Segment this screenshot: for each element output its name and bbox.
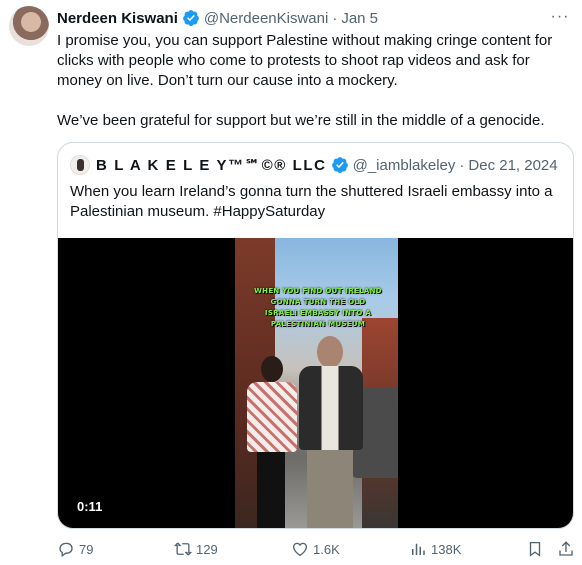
tweet-text: I promise you, you can support Palestine… [57,31,577,131]
repost-count: 129 [196,541,218,557]
share-button[interactable] [557,539,579,559]
tweet[interactable]: Nerdeen Kiswani @NerdeenKiswani · Jan 5 … [0,0,582,565]
quoted-tweet-date: Dec 21, 2024 [468,156,558,174]
tweet-date[interactable]: Jan 5 [341,10,378,27]
video-frame: WHEN YOU FIND OUT IRELAND GONNA TURN THE… [235,238,398,528]
view-count: 138K [431,541,462,557]
tweet-paragraph-2: We’ve been grateful for support but we’r… [57,112,545,129]
repost-icon [174,542,192,556]
header-separator: · [332,9,338,27]
video-timer: 0:11 [77,499,103,514]
reply-button[interactable]: 79 [57,539,93,559]
tweet-header: Nerdeen Kiswani @NerdeenKiswani · Jan 5 … [57,7,570,29]
person-right [297,336,365,528]
views-chart-icon [412,543,425,555]
verified-badge-icon [183,10,199,26]
person-left [245,356,297,528]
video-player[interactable]: WHEN YOU FIND OUT IRELAND GONNA TURN THE… [58,238,573,528]
repost-button[interactable]: 129 [174,539,218,559]
views-button[interactable]: 138K [409,539,461,559]
quoted-tweet-header: B L A K E L E Y™℠©® LLC @_iamblakeley · … [70,154,558,176]
avatar[interactable] [9,6,49,46]
share-icon [559,541,573,556]
bookmark-button[interactable] [526,539,548,559]
quoted-author-name: B L A K E L E Y™℠©® LLC [96,157,327,174]
author-name[interactable]: Nerdeen Kiswani [57,10,178,27]
author-handle[interactable]: @NerdeenKiswani [204,10,328,27]
quoted-tweet-text: When you learn Ireland’s gonna turn the … [70,183,553,220]
action-bar: 79 129 1.6K 138K [57,539,577,559]
quoted-avatar [70,155,90,175]
heart-icon [292,542,308,557]
bookmark-icon [529,541,541,557]
like-count: 1.6K [313,541,340,557]
tweet-paragraph-1: I promise you, you can support Palestine… [57,32,553,89]
quoted-header-separator: · [459,156,465,174]
reply-count: 79 [79,541,94,557]
reply-icon [59,542,73,558]
quoted-tweet[interactable]: B L A K E L E Y™℠©® LLC @_iamblakeley · … [57,142,574,529]
like-button[interactable]: 1.6K [291,539,340,559]
quoted-author-handle: @_iamblakeley [352,156,456,174]
more-options-icon[interactable]: ··· [550,7,570,27]
verified-badge-icon [331,157,348,173]
video-overlay-caption: WHEN YOU FIND OUT IRELAND GONNA TURN THE… [254,287,382,328]
